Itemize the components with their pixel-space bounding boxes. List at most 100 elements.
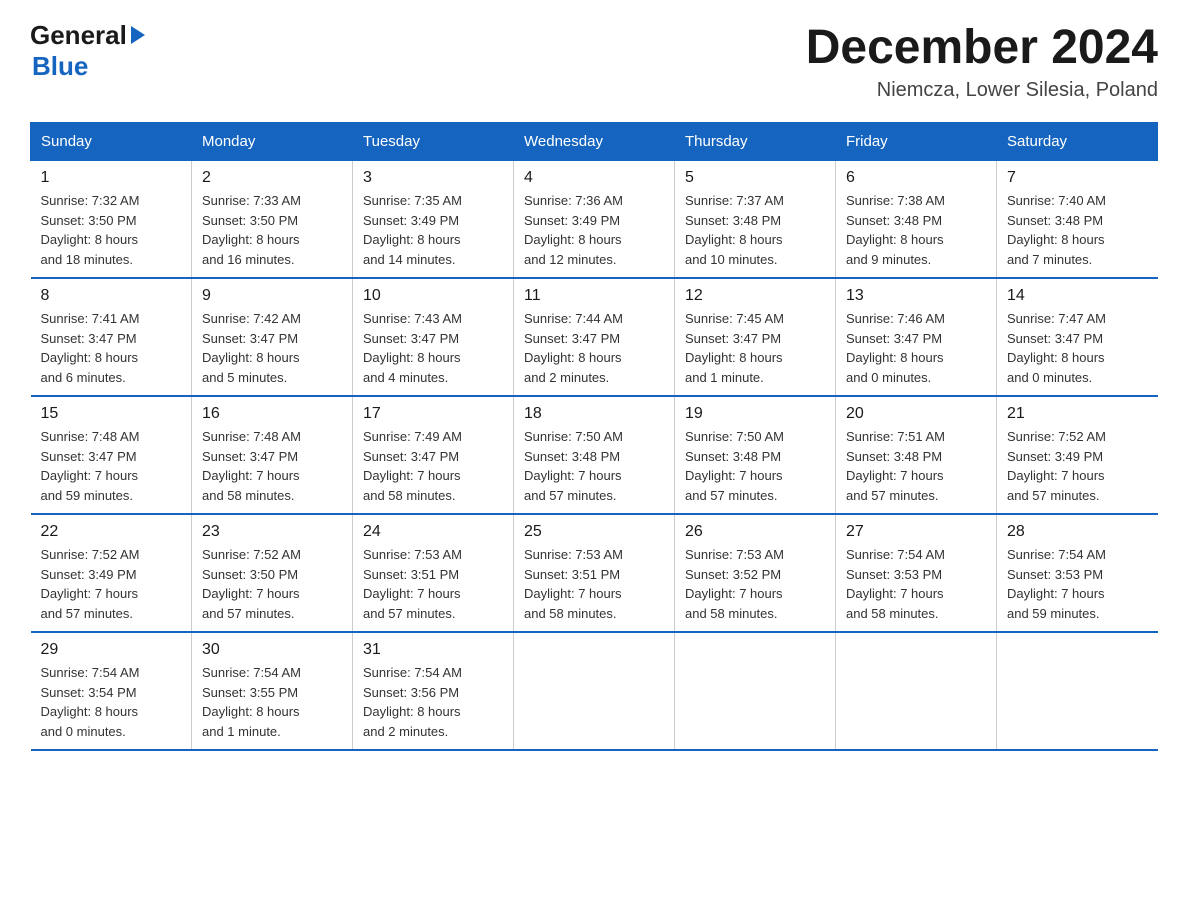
day-cell: 2 Sunrise: 7:33 AMSunset: 3:50 PMDayligh… [192, 161, 353, 279]
day-info: Sunrise: 7:49 AMSunset: 3:47 PMDaylight:… [363, 427, 503, 505]
day-number: 28 [1007, 523, 1148, 541]
day-number: 19 [685, 405, 825, 423]
day-cell: 16 Sunrise: 7:48 AMSunset: 3:47 PMDaylig… [192, 396, 353, 514]
day-cell [836, 632, 997, 750]
day-number: 25 [524, 523, 664, 541]
day-info: Sunrise: 7:35 AMSunset: 3:49 PMDaylight:… [363, 191, 503, 269]
calendar-table: Sunday Monday Tuesday Wednesday Thursday… [30, 122, 1158, 751]
day-info: Sunrise: 7:44 AMSunset: 3:47 PMDaylight:… [524, 309, 664, 387]
day-cell: 1 Sunrise: 7:32 AMSunset: 3:50 PMDayligh… [31, 161, 192, 279]
day-cell: 22 Sunrise: 7:52 AMSunset: 3:49 PMDaylig… [31, 514, 192, 632]
day-number: 2 [202, 169, 342, 187]
day-number: 26 [685, 523, 825, 541]
calendar-header: Sunday Monday Tuesday Wednesday Thursday… [31, 123, 1158, 161]
logo-general-text: General [30, 20, 127, 51]
col-saturday: Saturday [997, 123, 1158, 161]
day-number: 7 [1007, 169, 1148, 187]
day-cell: 26 Sunrise: 7:53 AMSunset: 3:52 PMDaylig… [675, 514, 836, 632]
day-number: 5 [685, 169, 825, 187]
day-cell: 12 Sunrise: 7:45 AMSunset: 3:47 PMDaylig… [675, 278, 836, 396]
day-number: 15 [41, 405, 182, 423]
day-number: 22 [41, 523, 182, 541]
week-row-5: 29 Sunrise: 7:54 AMSunset: 3:54 PMDaylig… [31, 632, 1158, 750]
week-row-3: 15 Sunrise: 7:48 AMSunset: 3:47 PMDaylig… [31, 396, 1158, 514]
title-section: December 2024 Niemcza, Lower Silesia, Po… [806, 20, 1158, 102]
logo: General Blue [30, 20, 145, 82]
day-info: Sunrise: 7:37 AMSunset: 3:48 PMDaylight:… [685, 191, 825, 269]
header-row: Sunday Monday Tuesday Wednesday Thursday… [31, 123, 1158, 161]
day-number: 18 [524, 405, 664, 423]
col-monday: Monday [192, 123, 353, 161]
day-info: Sunrise: 7:53 AMSunset: 3:51 PMDaylight:… [524, 545, 664, 623]
day-info: Sunrise: 7:54 AMSunset: 3:55 PMDaylight:… [202, 663, 342, 741]
day-info: Sunrise: 7:52 AMSunset: 3:50 PMDaylight:… [202, 545, 342, 623]
page-header: General Blue December 2024 Niemcza, Lowe… [30, 20, 1158, 102]
day-cell: 9 Sunrise: 7:42 AMSunset: 3:47 PMDayligh… [192, 278, 353, 396]
day-info: Sunrise: 7:46 AMSunset: 3:47 PMDaylight:… [846, 309, 986, 387]
week-row-1: 1 Sunrise: 7:32 AMSunset: 3:50 PMDayligh… [31, 161, 1158, 279]
day-number: 30 [202, 641, 342, 659]
day-number: 3 [363, 169, 503, 187]
day-cell: 18 Sunrise: 7:50 AMSunset: 3:48 PMDaylig… [514, 396, 675, 514]
day-info: Sunrise: 7:33 AMSunset: 3:50 PMDaylight:… [202, 191, 342, 269]
day-cell: 10 Sunrise: 7:43 AMSunset: 3:47 PMDaylig… [353, 278, 514, 396]
day-info: Sunrise: 7:38 AMSunset: 3:48 PMDaylight:… [846, 191, 986, 269]
day-info: Sunrise: 7:41 AMSunset: 3:47 PMDaylight:… [41, 309, 182, 387]
day-info: Sunrise: 7:53 AMSunset: 3:52 PMDaylight:… [685, 545, 825, 623]
day-number: 11 [524, 287, 664, 305]
day-cell: 29 Sunrise: 7:54 AMSunset: 3:54 PMDaylig… [31, 632, 192, 750]
day-cell: 15 Sunrise: 7:48 AMSunset: 3:47 PMDaylig… [31, 396, 192, 514]
day-info: Sunrise: 7:40 AMSunset: 3:48 PMDaylight:… [1007, 191, 1148, 269]
day-cell: 24 Sunrise: 7:53 AMSunset: 3:51 PMDaylig… [353, 514, 514, 632]
calendar-body: 1 Sunrise: 7:32 AMSunset: 3:50 PMDayligh… [31, 161, 1158, 751]
day-cell: 23 Sunrise: 7:52 AMSunset: 3:50 PMDaylig… [192, 514, 353, 632]
day-info: Sunrise: 7:48 AMSunset: 3:47 PMDaylight:… [41, 427, 182, 505]
day-cell: 27 Sunrise: 7:54 AMSunset: 3:53 PMDaylig… [836, 514, 997, 632]
day-cell [675, 632, 836, 750]
day-number: 9 [202, 287, 342, 305]
day-info: Sunrise: 7:54 AMSunset: 3:53 PMDaylight:… [1007, 545, 1148, 623]
day-cell: 11 Sunrise: 7:44 AMSunset: 3:47 PMDaylig… [514, 278, 675, 396]
day-info: Sunrise: 7:50 AMSunset: 3:48 PMDaylight:… [524, 427, 664, 505]
week-row-2: 8 Sunrise: 7:41 AMSunset: 3:47 PMDayligh… [31, 278, 1158, 396]
day-cell: 8 Sunrise: 7:41 AMSunset: 3:47 PMDayligh… [31, 278, 192, 396]
col-tuesday: Tuesday [353, 123, 514, 161]
day-cell: 17 Sunrise: 7:49 AMSunset: 3:47 PMDaylig… [353, 396, 514, 514]
col-friday: Friday [836, 123, 997, 161]
day-number: 16 [202, 405, 342, 423]
col-sunday: Sunday [31, 123, 192, 161]
day-cell: 25 Sunrise: 7:53 AMSunset: 3:51 PMDaylig… [514, 514, 675, 632]
day-cell: 13 Sunrise: 7:46 AMSunset: 3:47 PMDaylig… [836, 278, 997, 396]
day-info: Sunrise: 7:45 AMSunset: 3:47 PMDaylight:… [685, 309, 825, 387]
day-info: Sunrise: 7:52 AMSunset: 3:49 PMDaylight:… [1007, 427, 1148, 505]
day-number: 13 [846, 287, 986, 305]
col-wednesday: Wednesday [514, 123, 675, 161]
day-number: 23 [202, 523, 342, 541]
day-cell [997, 632, 1158, 750]
day-info: Sunrise: 7:52 AMSunset: 3:49 PMDaylight:… [41, 545, 182, 623]
day-info: Sunrise: 7:50 AMSunset: 3:48 PMDaylight:… [685, 427, 825, 505]
day-number: 8 [41, 287, 182, 305]
day-cell: 30 Sunrise: 7:54 AMSunset: 3:55 PMDaylig… [192, 632, 353, 750]
day-cell: 28 Sunrise: 7:54 AMSunset: 3:53 PMDaylig… [997, 514, 1158, 632]
day-cell: 19 Sunrise: 7:50 AMSunset: 3:48 PMDaylig… [675, 396, 836, 514]
day-info: Sunrise: 7:32 AMSunset: 3:50 PMDaylight:… [41, 191, 182, 269]
day-number: 1 [41, 169, 182, 187]
day-cell [514, 632, 675, 750]
day-info: Sunrise: 7:51 AMSunset: 3:48 PMDaylight:… [846, 427, 986, 505]
day-info: Sunrise: 7:47 AMSunset: 3:47 PMDaylight:… [1007, 309, 1148, 387]
day-number: 24 [363, 523, 503, 541]
day-number: 4 [524, 169, 664, 187]
day-cell: 20 Sunrise: 7:51 AMSunset: 3:48 PMDaylig… [836, 396, 997, 514]
day-info: Sunrise: 7:42 AMSunset: 3:47 PMDaylight:… [202, 309, 342, 387]
location-text: Niemcza, Lower Silesia, Poland [806, 79, 1158, 102]
logo-arrow-icon [131, 26, 145, 44]
day-cell: 5 Sunrise: 7:37 AMSunset: 3:48 PMDayligh… [675, 161, 836, 279]
day-info: Sunrise: 7:43 AMSunset: 3:47 PMDaylight:… [363, 309, 503, 387]
col-thursday: Thursday [675, 123, 836, 161]
day-cell: 4 Sunrise: 7:36 AMSunset: 3:49 PMDayligh… [514, 161, 675, 279]
day-info: Sunrise: 7:48 AMSunset: 3:47 PMDaylight:… [202, 427, 342, 505]
day-cell: 14 Sunrise: 7:47 AMSunset: 3:47 PMDaylig… [997, 278, 1158, 396]
day-number: 29 [41, 641, 182, 659]
day-number: 10 [363, 287, 503, 305]
